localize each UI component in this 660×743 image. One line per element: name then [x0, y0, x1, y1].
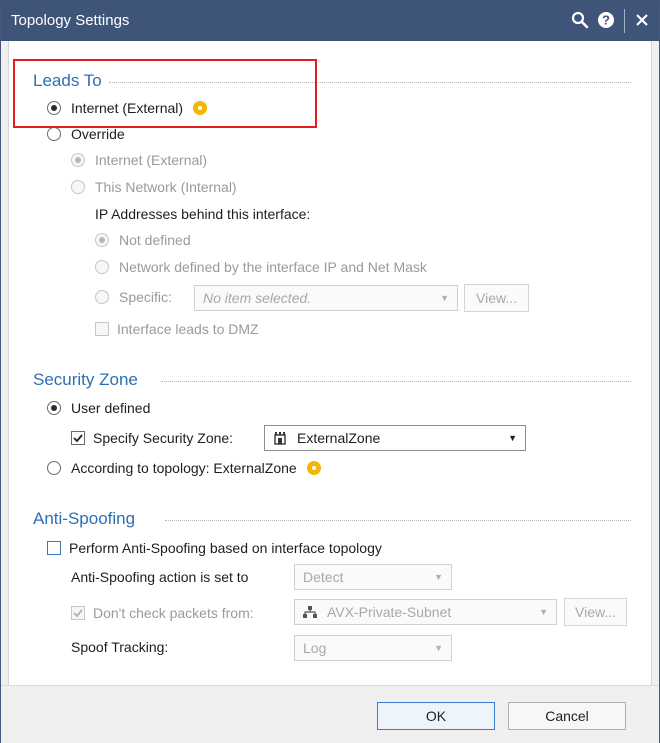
checkbox-label: Perform Anti-Spoofing based on interface…: [69, 540, 382, 556]
anti-spoofing-action-label: Anti-Spoofing action is set to: [71, 569, 249, 585]
section-divider: [165, 520, 631, 521]
highlight-box: [13, 59, 317, 128]
chevron-down-icon: ▼: [539, 607, 548, 617]
dialog-content: Leads To Internet (External) Override In…: [8, 41, 652, 685]
chevron-down-icon: ▼: [434, 572, 443, 582]
dont-check-select[interactable]: AVX-Private-Subnet ▼: [294, 599, 557, 625]
lightbulb-icon[interactable]: [306, 461, 321, 475]
radio-label: According to topology: ExternalZone: [71, 460, 297, 476]
checkbox[interactable]: [71, 606, 85, 620]
ip-behind-label: IP Addresses behind this interface:: [95, 206, 311, 222]
checkbox[interactable]: [95, 322, 109, 336]
checkbox-specify-zone[interactable]: Specify Security Zone:: [71, 430, 233, 446]
checkbox-perform-anti-spoofing[interactable]: Perform Anti-Spoofing based on interface…: [47, 540, 382, 556]
checkbox-label: Specify Security Zone:: [93, 430, 234, 446]
checkbox[interactable]: [47, 541, 61, 555]
radio-user-defined[interactable]: User defined: [47, 400, 150, 416]
radio-according-topology[interactable]: According to topology: ExternalZone: [47, 460, 321, 476]
chevron-down-icon: ▼: [440, 293, 449, 303]
radio-label: This Network (Internal): [95, 179, 237, 195]
radio-override-internet[interactable]: Internet (External): [71, 152, 207, 168]
radio-button[interactable]: [47, 127, 61, 141]
ok-button[interactable]: OK: [377, 702, 495, 730]
help-icon[interactable]: ?: [595, 7, 617, 33]
checkmark-icon: [73, 609, 83, 618]
security-zone-select[interactable]: ExternalZone ▼: [264, 425, 526, 451]
radio-button[interactable]: [47, 401, 61, 415]
radio-button[interactable]: [95, 260, 109, 274]
radio-label: Internet (External): [95, 152, 208, 168]
section-divider: [161, 381, 631, 382]
spoof-tracking-select[interactable]: Log ▼: [294, 635, 452, 661]
radio-button[interactable]: [71, 180, 85, 194]
close-icon[interactable]: [631, 7, 653, 33]
radio-not-defined[interactable]: Not defined: [95, 232, 191, 248]
checkbox-dmz[interactable]: Interface leads to DMZ: [95, 321, 259, 337]
checkbox-label: Interface leads to DMZ: [117, 321, 259, 337]
chevron-down-icon: ▼: [434, 643, 443, 653]
radio-button[interactable]: [71, 153, 85, 167]
radio-label: Specific:: [119, 289, 172, 305]
dialog-footer: OK Cancel: [1, 685, 659, 743]
zone-icon: [273, 431, 287, 445]
radio-button[interactable]: [95, 233, 109, 247]
checkbox-dont-check[interactable]: Don't check packets from:: [71, 605, 254, 621]
radio-button[interactable]: [47, 461, 61, 475]
radio-override[interactable]: Override: [47, 126, 125, 142]
topology-settings-dialog: Topology Settings ? Leads To Internet (E…: [0, 0, 660, 743]
search-icon[interactable]: [569, 7, 591, 33]
checkbox[interactable]: [71, 431, 85, 445]
dont-check-view-button[interactable]: View...: [564, 598, 627, 626]
radio-specific[interactable]: Specific:: [95, 289, 172, 305]
spoof-tracking-label: Spoof Tracking:: [71, 639, 169, 655]
anti-spoofing-heading: Anti-Spoofing: [33, 509, 136, 528]
title-bar: Topology Settings ?: [1, 1, 659, 41]
specific-select[interactable]: No item selected. ▼: [194, 285, 458, 311]
specific-view-button[interactable]: View...: [464, 284, 529, 312]
chevron-down-icon: ▼: [508, 433, 517, 443]
network-icon: [303, 606, 317, 618]
checkmark-icon: [73, 434, 83, 443]
radio-label: Network defined by the interface IP and …: [119, 259, 427, 275]
radio-label: Not defined: [119, 232, 191, 248]
radio-label: User defined: [71, 400, 151, 416]
dialog-title: Topology Settings: [11, 12, 130, 29]
titlebar-separator: [624, 9, 625, 33]
radio-button[interactable]: [95, 290, 109, 304]
checkbox-label: Don't check packets from:: [93, 605, 254, 621]
anti-spoofing-action-select[interactable]: Detect ▼: [294, 564, 452, 590]
radio-label: Override: [71, 126, 125, 142]
radio-this-network[interactable]: This Network (Internal): [71, 179, 237, 195]
cancel-button[interactable]: Cancel: [508, 702, 626, 730]
security-zone-heading: Security Zone: [33, 370, 138, 389]
svg-text:?: ?: [602, 13, 610, 28]
radio-network-defined[interactable]: Network defined by the interface IP and …: [95, 259, 427, 275]
